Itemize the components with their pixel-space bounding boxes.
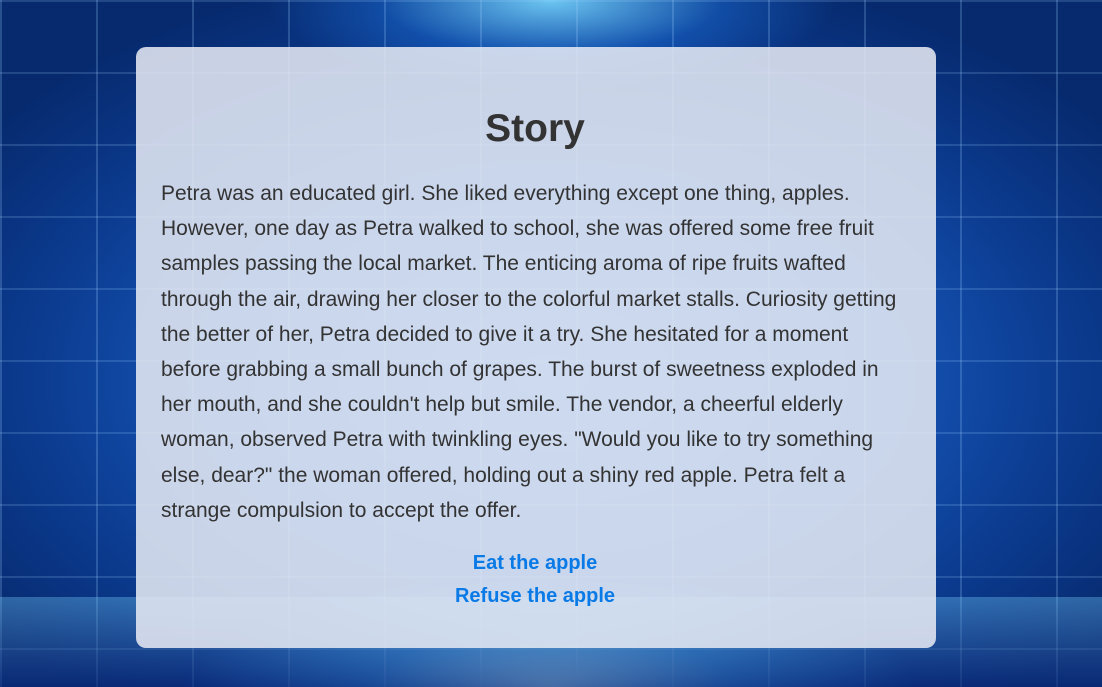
choice-list: Eat the apple Refuse the apple	[161, 547, 909, 613]
story-card: Story Petra was an educated girl. She li…	[136, 47, 936, 648]
eat-apple-link[interactable]: Eat the apple	[473, 547, 597, 580]
story-title: Story	[485, 107, 585, 150]
story-text: Petra was an educated girl. She liked ev…	[161, 182, 897, 522]
refuse-apple-link[interactable]: Refuse the apple	[455, 580, 615, 613]
